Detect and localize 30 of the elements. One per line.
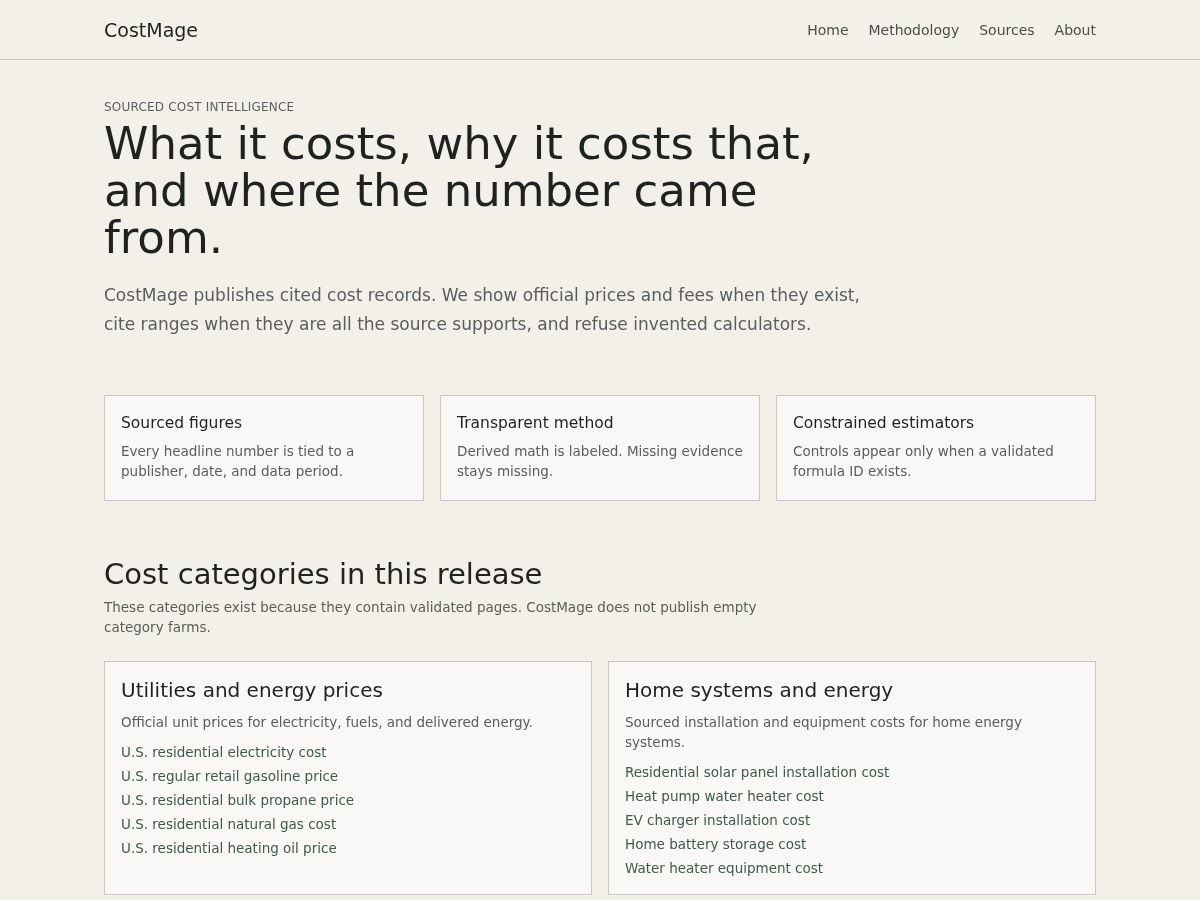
- category-description: Official unit prices for electricity, fuels, and delivered energy.: [121, 713, 534, 732]
- card-text: Derived math is labeled. Missing evidence stays missing.: [457, 442, 743, 481]
- card-title: Sourced figures: [121, 414, 244, 432]
- nav-link[interactable]: Sources: [979, 21, 1035, 38]
- category-link[interactable]: Home battery storage cost: [625, 836, 807, 852]
- category-description: Sourced installation and equipment costs for home energy systems.: [625, 713, 1023, 752]
- category-link[interactable]: U.S. residential electricity cost: [121, 744, 327, 760]
- category-link[interactable]: U.S. regular retail gasoline price: [121, 768, 339, 784]
- category-title: Home systems and energy: [625, 678, 895, 702]
- nav-link[interactable]: About: [1054, 21, 1096, 38]
- nav-link[interactable]: Home: [807, 21, 849, 38]
- category-title: Utilities and energy prices: [121, 678, 384, 702]
- card-text: Every headline number is tied to a publisher, date, and data period.: [121, 442, 356, 481]
- card-text: Controls appear only when a validated formula ID exists.: [793, 442, 1055, 481]
- hero-heading: What it costs, why it costs that, and where the number came from.: [104, 120, 815, 261]
- brand-logo[interactable]: CostMage: [104, 18, 199, 41]
- section-heading: Cost categories in this release: [104, 557, 544, 591]
- category-link[interactable]: Water heater equipment cost: [625, 860, 824, 876]
- category-link[interactable]: U.S. residential natural gas cost: [121, 816, 337, 832]
- category-link[interactable]: EV charger installation cost: [625, 812, 811, 828]
- card-title: Transparent method: [457, 414, 615, 432]
- hero-lead: CostMage publishes cited cost records. We show official prices and fees when they exist, cite ranges when they are all the source supports, and refuse invented calculators.: [104, 284, 861, 336]
- category-link[interactable]: U.S. residential heating oil price: [121, 840, 337, 856]
- card-title: Constrained estimators: [793, 414, 976, 432]
- nav-link[interactable]: Methodology: [868, 21, 960, 38]
- category-link[interactable]: U.S. residential bulk propane price: [121, 792, 355, 808]
- category-link[interactable]: Heat pump water heater cost: [625, 788, 824, 804]
- category-link[interactable]: Residential solar panel installation cost: [625, 764, 890, 780]
- eyebrow-label: SOURCED COST INTELLIGENCE: [104, 100, 296, 114]
- section-intro: These categories exist because they contain validated pages. CostMage does not publish empty category farms.: [104, 598, 758, 637]
